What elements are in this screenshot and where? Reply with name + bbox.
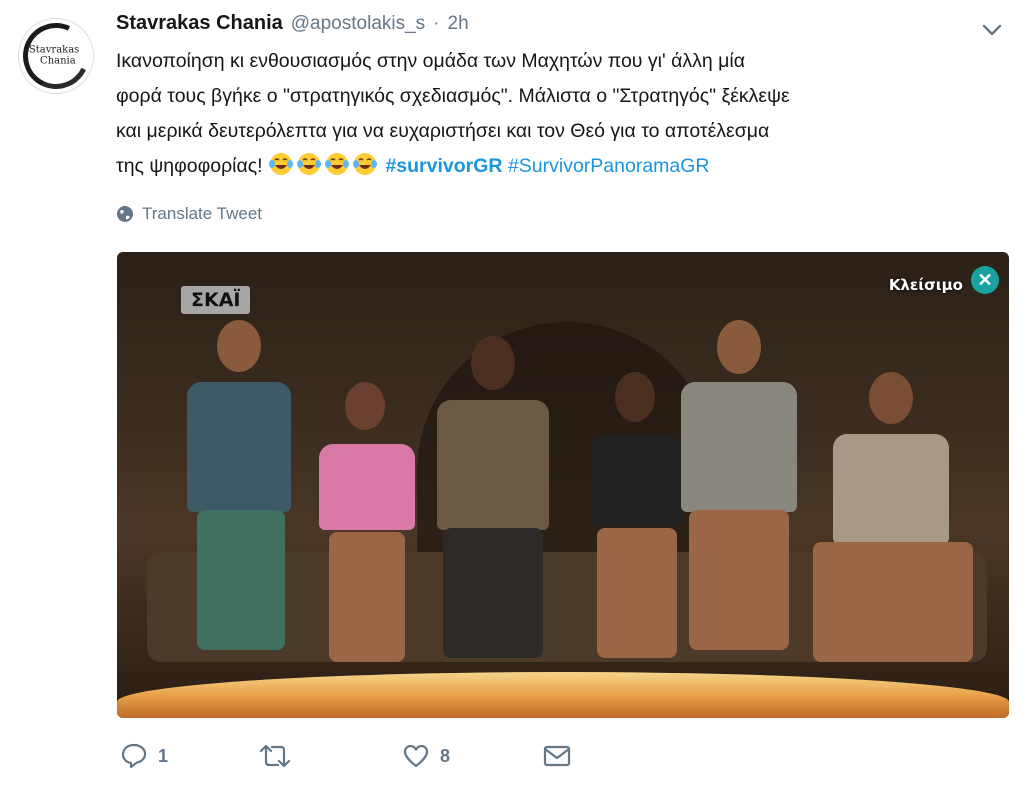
close-icon[interactable]: ✕ bbox=[971, 266, 999, 294]
avatar-text-1: Stavrakas bbox=[28, 44, 80, 56]
laughing-tears-emoji-icon bbox=[297, 153, 322, 175]
person-figure bbox=[813, 372, 973, 672]
laughing-tears-emoji-icon bbox=[353, 153, 378, 175]
like-icon bbox=[403, 744, 429, 768]
person-figure bbox=[671, 320, 807, 670]
hashtag-link[interactable]: #survivorGR bbox=[385, 155, 502, 177]
tweet-text-line: φορά τους βγήκε ο "στρατηγικός σχεδιασμό… bbox=[116, 85, 790, 107]
tweet-text-line: και μερικά δευτερόλεπτα για να ευχαριστή… bbox=[116, 120, 770, 142]
message-icon bbox=[543, 745, 571, 767]
hashtag-link[interactable]: #SurvivorPanoramaGR bbox=[508, 155, 710, 177]
translate-label: Translate Tweet bbox=[142, 204, 263, 223]
close-label[interactable]: Κλείσιμο bbox=[889, 276, 963, 294]
retweet-icon bbox=[259, 744, 291, 768]
avatar-logo: Stavrakas Chania bbox=[13, 13, 99, 99]
tweet-text-line: Ικανοποίηση κι ενθουσιασμός στην ομάδα τ… bbox=[116, 50, 745, 72]
laughing-tears-emoji-icon bbox=[269, 153, 294, 175]
tweet-header: Stavrakas Chania @apostolakis_s · 2h bbox=[116, 12, 469, 38]
laughing-tears-emoji-icon bbox=[325, 153, 350, 175]
tweet-text-last-line: της ψηφοφορίας! #survivorGR #SurvivorPan… bbox=[116, 149, 1006, 184]
avatar[interactable]: Stavrakas Chania bbox=[13, 13, 99, 99]
separator: · bbox=[433, 13, 440, 34]
person-figure bbox=[179, 320, 299, 680]
author-handle[interactable]: @apostolakis_s bbox=[291, 13, 425, 35]
tweet-actions: 1 8 bbox=[118, 742, 598, 776]
reply-icon bbox=[121, 743, 147, 769]
tweet-text-line: της ψηφοφορίας! bbox=[116, 155, 263, 177]
translate-tweet-button[interactable]: Translate Tweet bbox=[116, 204, 262, 224]
tweet: Stavrakas Chania Stavrakas Chania @apost… bbox=[0, 0, 1024, 786]
tweet-timestamp[interactable]: 2h bbox=[448, 13, 469, 35]
author-name[interactable]: Stavrakas Chania bbox=[116, 12, 283, 35]
direct-message-button[interactable] bbox=[542, 742, 572, 770]
person-figure bbox=[313, 382, 421, 682]
like-count: 8 bbox=[440, 745, 451, 766]
tweet-text: Ικανοποίηση κι ενθουσιασμός στην ομάδα τ… bbox=[116, 44, 1006, 184]
avatar-text-2: Chania bbox=[40, 55, 76, 67]
person-figure bbox=[429, 336, 557, 676]
like-button[interactable]: 8 bbox=[402, 742, 450, 770]
channel-logo: ΣΚΑΪ bbox=[181, 286, 251, 314]
retweet-button[interactable] bbox=[258, 742, 302, 770]
reply-button[interactable]: 1 bbox=[120, 742, 168, 770]
globe-icon bbox=[117, 206, 133, 222]
chevron-down-icon[interactable] bbox=[980, 18, 1004, 42]
tweet-media-video[interactable]: ΣΚΑΪ Κλείσιμο ✕ bbox=[117, 252, 1009, 718]
reply-count: 1 bbox=[158, 745, 169, 766]
